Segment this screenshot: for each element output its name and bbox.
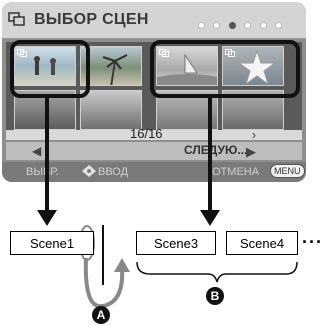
brace-b [136, 261, 298, 283]
loop-arrow-head [114, 258, 130, 272]
more-scenes-ellipsis: ··· [302, 232, 323, 252]
label-a-circle: A [92, 306, 110, 324]
scene4-box: Scene4 [226, 231, 298, 255]
label-b-circle: B [206, 287, 224, 305]
diagram-lines [37, 98, 298, 309]
arrow-head-left [37, 210, 57, 226]
arrow-head-right [200, 210, 220, 226]
scene1-box: Scene1 [10, 231, 94, 255]
scene3-box: Scene3 [136, 231, 216, 255]
